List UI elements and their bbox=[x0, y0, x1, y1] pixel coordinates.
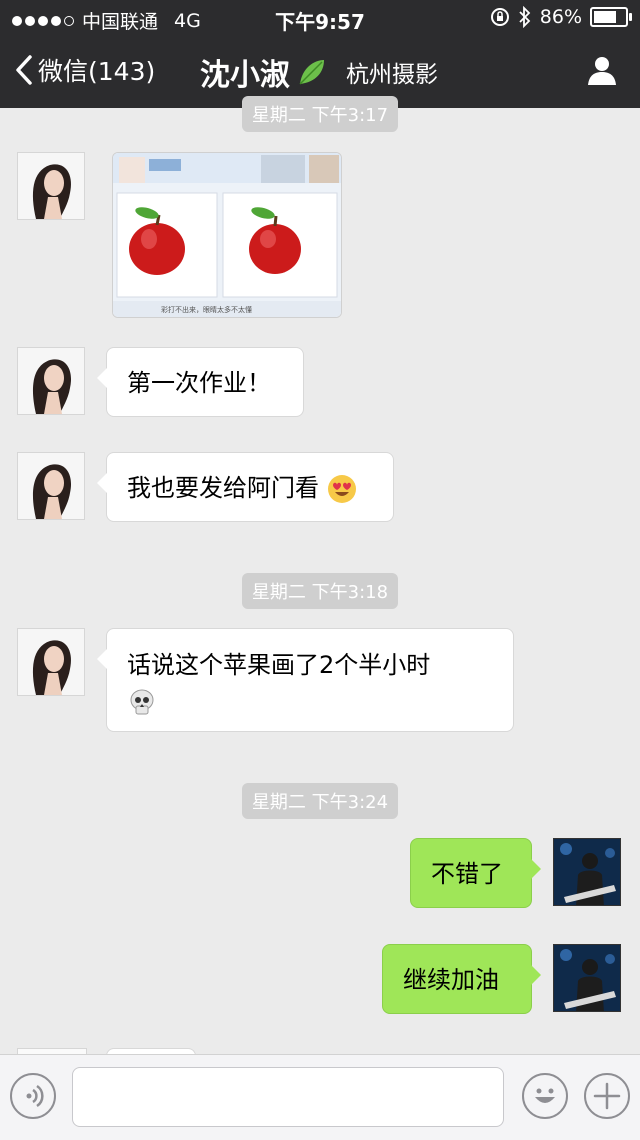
contact-avatar[interactable] bbox=[17, 347, 85, 415]
contact-avatar[interactable] bbox=[17, 152, 85, 220]
chevron-left-icon bbox=[16, 55, 32, 85]
person-icon bbox=[588, 57, 616, 85]
timestamp: 星期二 下午3:24 bbox=[0, 783, 640, 819]
leaf-emoji-icon bbox=[299, 60, 324, 85]
my-avatar[interactable] bbox=[553, 838, 621, 906]
voice-icon bbox=[26, 1084, 44, 1108]
header: 中国联通 4G 下午9:57 86% 微信(143) 沈小淑 杭州摄影 bbox=[0, 0, 640, 108]
back-button[interactable]: 微信(143) bbox=[14, 52, 155, 88]
contact-avatar[interactable] bbox=[17, 452, 85, 520]
message-text: 不错了 bbox=[431, 860, 503, 888]
timestamp: 星期二 下午3:17 bbox=[0, 96, 640, 132]
message-text: 第一次作业！ bbox=[127, 369, 271, 397]
plus-button[interactable] bbox=[584, 1073, 630, 1119]
back-label: 微信(143) bbox=[38, 57, 156, 86]
image-caption: 彩打不出来，眼睛太多不太懂 bbox=[161, 305, 252, 314]
rotation-lock-icon bbox=[490, 8, 509, 26]
message-bubble[interactable]: 我也要发给阿门看 bbox=[97, 452, 394, 522]
chat-subtitle: 杭州摄影 bbox=[346, 62, 438, 88]
message-text: 我也要发给阿门看 bbox=[127, 474, 319, 502]
emoji-icon bbox=[535, 1088, 555, 1103]
input-bar bbox=[0, 1054, 640, 1140]
emoji-button[interactable] bbox=[522, 1073, 568, 1119]
message-text: 话说这个苹果画了2个半小时 bbox=[127, 651, 431, 679]
battery-percent: 86% bbox=[539, 6, 582, 28]
profile-button[interactable] bbox=[586, 54, 618, 90]
image-message[interactable]: 彩打不出来，眼睛太多不太懂 bbox=[112, 152, 342, 318]
battery-icon bbox=[590, 7, 632, 27]
contact-avatar[interactable] bbox=[17, 628, 85, 696]
my-avatar[interactable] bbox=[553, 944, 621, 1012]
bluetooth-icon bbox=[519, 6, 531, 28]
message-bubble[interactable]: 第一次作业！ bbox=[97, 347, 304, 417]
sent-message-bubble[interactable]: 继续加油 bbox=[382, 944, 541, 1014]
chat-title: 沈小淑 bbox=[200, 58, 290, 93]
skull-emoji bbox=[130, 689, 154, 715]
message-input[interactable] bbox=[72, 1067, 504, 1127]
message-text: 继续加油 bbox=[403, 966, 499, 994]
plus-icon bbox=[593, 1082, 621, 1110]
voice-button[interactable] bbox=[10, 1073, 56, 1119]
sent-message-bubble[interactable]: 不错了 bbox=[410, 838, 541, 908]
message-bubble[interactable]: 话说这个苹果画了2个半小时 bbox=[97, 628, 514, 732]
timestamp: 星期二 下午3:18 bbox=[0, 573, 640, 609]
status-bar: 中国联通 4G 下午9:57 86% bbox=[0, 0, 640, 36]
heart-eyes-emoji bbox=[327, 475, 356, 503]
status-time: 下午9:57 bbox=[275, 10, 365, 34]
